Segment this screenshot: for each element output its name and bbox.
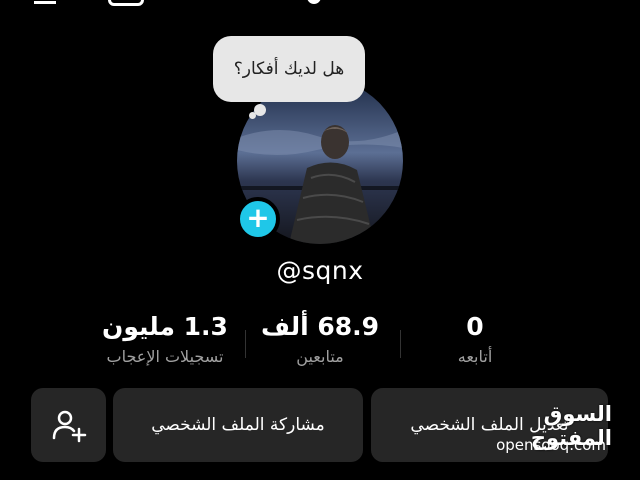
stat-likes[interactable]: 1.3 مليون تسجيلات الإعجاب <box>80 312 250 366</box>
followers-count: 68.9 ألف <box>260 312 380 341</box>
following-label: أتابعه <box>457 347 493 366</box>
add-user-icon <box>52 410 86 443</box>
likes-label: تسجيلات الإعجاب <box>106 347 224 366</box>
bubble-text: هل لديك أفكار؟ <box>233 59 345 79</box>
following-count: 0 <box>466 312 484 341</box>
thought-bubble[interactable]: هل لديك أفكار؟ <box>213 36 365 102</box>
share-profile-button[interactable]: مشاركة الملف الشخصي <box>113 388 363 462</box>
plus-icon: + <box>246 201 270 234</box>
watermark: السوق المفتوح opensooq.com <box>468 400 628 462</box>
profile-dot-icon[interactable] <box>307 0 321 4</box>
username: @sqnx <box>276 256 364 285</box>
stat-following[interactable]: 0 أتابعه <box>410 312 540 366</box>
watermark-latin: opensooq.com <box>496 436 606 454</box>
add-friend-button[interactable] <box>31 388 106 462</box>
add-story-button[interactable]: + <box>236 197 280 241</box>
stat-divider <box>400 330 401 358</box>
likes-count: 1.3 مليون <box>102 312 228 341</box>
bubble-tail-small <box>249 112 256 119</box>
menu-icon[interactable] <box>34 0 56 4</box>
stat-followers[interactable]: 68.9 ألف متابعين <box>250 312 390 366</box>
share-profile-label: مشاركة الملف الشخصي <box>151 415 325 435</box>
calendar-icon[interactable] <box>108 0 144 6</box>
followers-label: متابعين <box>296 347 344 366</box>
